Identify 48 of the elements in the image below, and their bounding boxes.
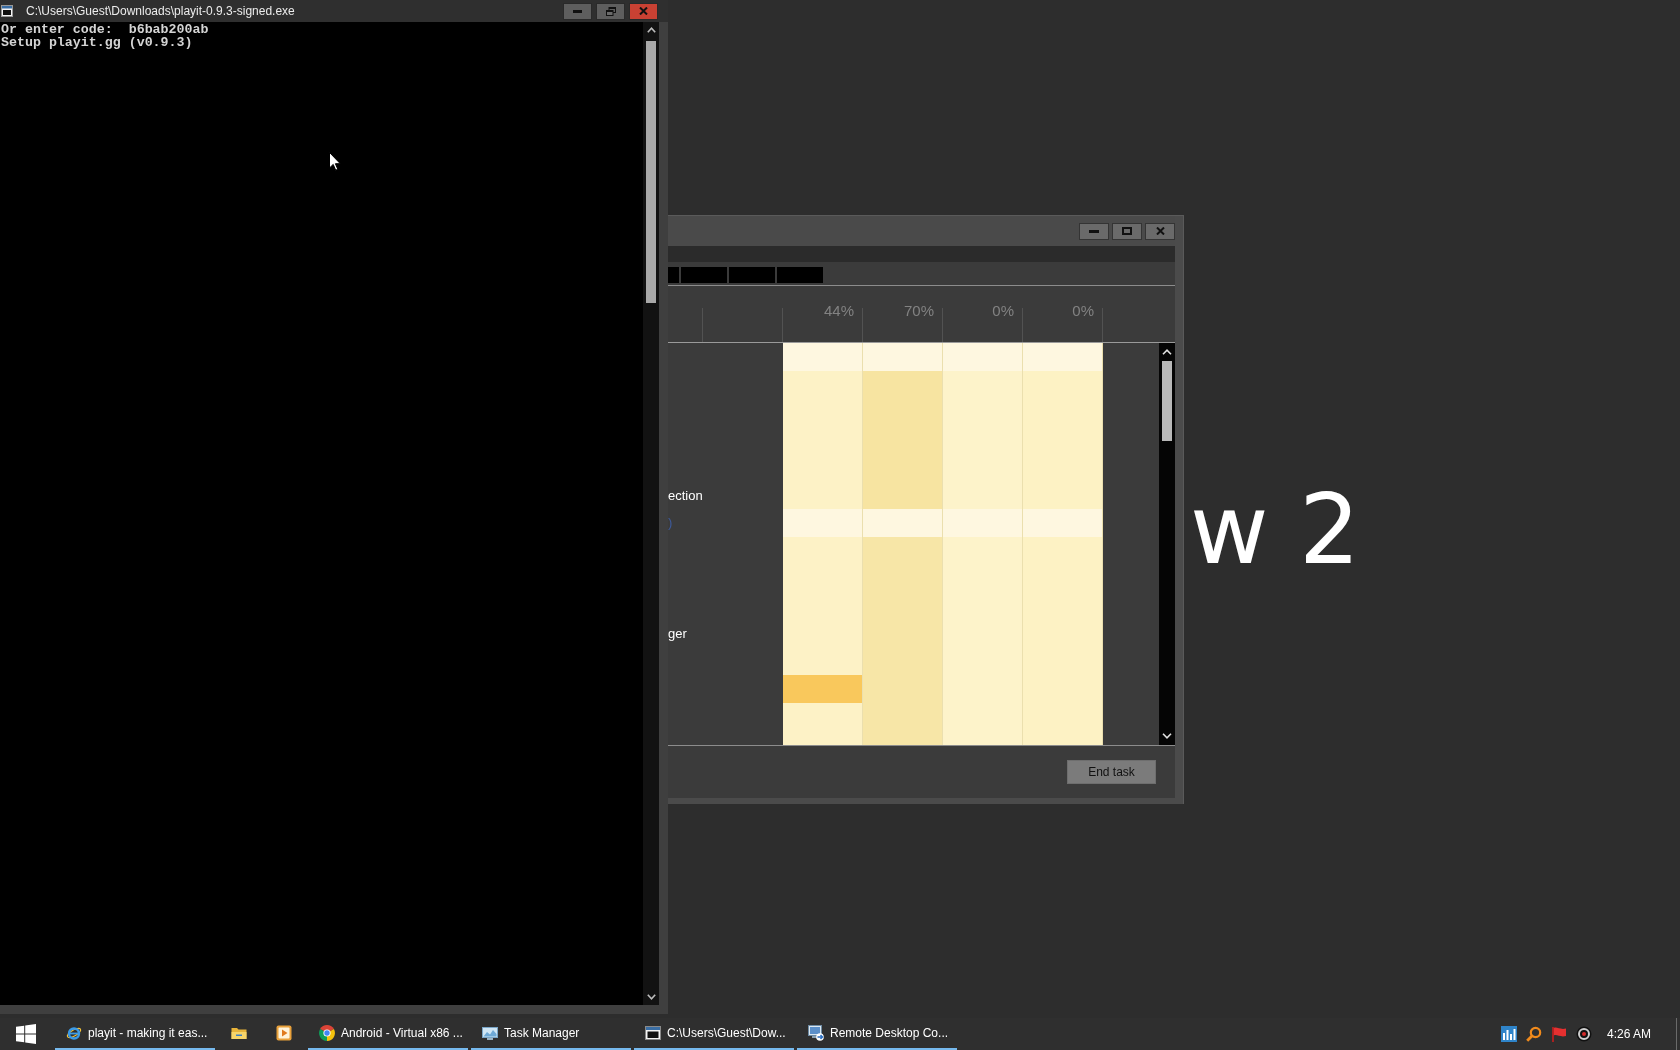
taskbar-item[interactable]: Task Manager	[471, 1018, 631, 1050]
minimize-button[interactable]	[1079, 222, 1109, 240]
window-title: C:\Users\Guest\Downloads\playit-0.9.3-signed.exe	[26, 4, 295, 18]
group-count: )	[668, 515, 673, 531]
caret-down-icon	[646, 994, 656, 1000]
scrollbar-thumb[interactable]	[1162, 361, 1172, 441]
close-button[interactable]	[629, 2, 658, 20]
caret-down-icon	[1162, 733, 1172, 739]
taskbar-item[interactable]: C:\Users\Guest\Dow...	[634, 1018, 794, 1050]
scrollbar[interactable]	[1159, 343, 1175, 745]
restore-icon	[605, 6, 616, 16]
scrollbar[interactable]	[643, 22, 659, 1005]
minimize-button[interactable]	[563, 2, 592, 20]
wallpaper-text: w 2	[1190, 482, 1361, 578]
scrollbar-thumb[interactable]	[646, 41, 656, 303]
minimize-icon	[1089, 229, 1099, 233]
monitor-icon	[482, 1025, 498, 1041]
flag-icon[interactable]	[1550, 1026, 1567, 1042]
disc-icon[interactable]	[1575, 1026, 1592, 1042]
clock[interactable]: 4:26 AM	[1606, 1027, 1651, 1041]
start-icon	[16, 1024, 36, 1044]
cursor-icon	[329, 152, 341, 171]
chart-tile-icon[interactable]	[1500, 1026, 1517, 1042]
taskbar-item[interactable]: playit - making it eas...	[55, 1018, 215, 1050]
console-line: Or enter code: b6bab200ab	[1, 23, 210, 36]
taskbar-item[interactable]: Android - Virtual x86 ...	[308, 1018, 468, 1050]
segmented-circle-icon	[319, 1025, 335, 1041]
process-name: ger	[668, 626, 687, 642]
caret-up-icon	[646, 27, 656, 33]
console-line: Setup playit.gg (v0.9.3)	[1, 36, 194, 49]
folder-icon	[231, 1025, 247, 1041]
process-name: ection	[668, 487, 703, 503]
browser-icon	[66, 1025, 82, 1041]
close-icon	[1155, 227, 1165, 235]
console-icon	[1, 5, 13, 17]
close-icon	[639, 7, 648, 15]
console-icon	[645, 1025, 661, 1041]
end-task-button[interactable]: End task	[1067, 760, 1156, 784]
restore-button[interactable]	[596, 2, 625, 20]
caret-up-icon	[1162, 349, 1172, 355]
maximize-icon	[1122, 227, 1132, 235]
remote-desktop-icon	[808, 1025, 824, 1041]
minimize-icon	[573, 9, 582, 13]
close-button[interactable]	[1145, 222, 1175, 240]
maximize-button[interactable]	[1112, 222, 1142, 240]
taskbar-item[interactable]: Remote Desktop Co...	[797, 1018, 957, 1050]
play-icon	[276, 1025, 292, 1041]
search-icon[interactable]	[1525, 1026, 1542, 1042]
